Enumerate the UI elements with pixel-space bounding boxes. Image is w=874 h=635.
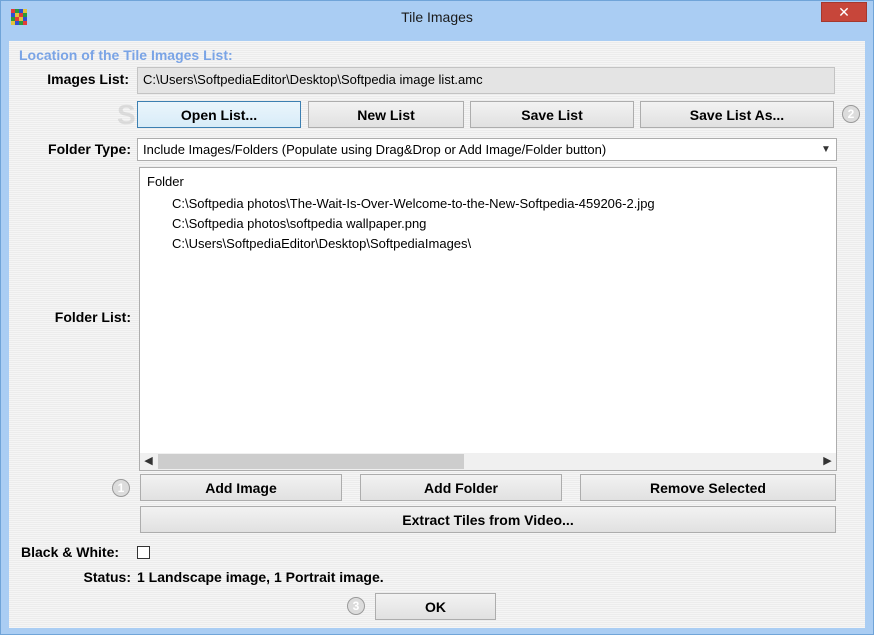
folder-list-label: Folder List: xyxy=(54,309,131,325)
tile-images-window: Tile Images ✕ SOFTPEDIA Location of the … xyxy=(0,0,874,635)
list-item[interactable]: C:\Users\SoftpediaEditor\Desktop\Softped… xyxy=(172,236,471,251)
list-item[interactable]: C:\Softpedia photos\softpedia wallpaper.… xyxy=(172,216,426,231)
chevron-down-icon: ▼ xyxy=(821,144,831,155)
extract-tiles-button[interactable]: Extract Tiles from Video... xyxy=(140,506,836,533)
black-white-label: Black & White: xyxy=(21,544,120,560)
step-1-icon: 1 xyxy=(112,479,130,497)
folder-type-selected-value: Include Images/Folders (Populate using D… xyxy=(143,142,607,157)
step-2-icon: 2 xyxy=(842,105,860,123)
close-icon: ✕ xyxy=(838,4,850,20)
folder-listview[interactable]: Folder C:\Softpedia photos\The-Wait-Is-O… xyxy=(139,167,837,471)
new-list-button[interactable]: New List xyxy=(308,101,464,128)
save-list-as-button[interactable]: Save List As... xyxy=(640,101,834,128)
images-list-label: Images List: xyxy=(47,71,129,87)
scroll-left-icon[interactable]: ◀ xyxy=(140,454,157,469)
save-list-button[interactable]: Save List xyxy=(470,101,634,128)
dialog-client-area: SOFTPEDIA Location of the Tile Images Li… xyxy=(9,41,865,628)
title-bar[interactable]: Tile Images ✕ xyxy=(1,1,873,32)
status-text: 1 Landscape image, 1 Portrait image. xyxy=(137,569,384,585)
folder-type-label: Folder Type: xyxy=(48,141,131,157)
step-3-icon: 3 xyxy=(347,597,365,615)
scrollbar-thumb[interactable] xyxy=(158,454,464,469)
close-button[interactable]: ✕ xyxy=(821,2,867,22)
folder-column-header[interactable]: Folder xyxy=(147,174,184,189)
black-white-checkbox[interactable] xyxy=(137,546,150,559)
folder-type-select[interactable]: Include Images/Folders (Populate using D… xyxy=(137,138,837,161)
add-image-button[interactable]: Add Image xyxy=(140,474,342,501)
window-title: Tile Images xyxy=(401,9,473,25)
open-list-button[interactable]: Open List... xyxy=(137,101,301,128)
status-label: Status: xyxy=(83,569,131,585)
add-folder-button[interactable]: Add Folder xyxy=(360,474,562,501)
scroll-right-icon[interactable]: ▶ xyxy=(819,454,836,469)
remove-selected-button[interactable]: Remove Selected xyxy=(580,474,836,501)
list-item[interactable]: C:\Softpedia photos\The-Wait-Is-Over-Wel… xyxy=(172,196,655,211)
horizontal-scrollbar[interactable]: ◀ ▶ xyxy=(140,453,836,470)
location-group-title: Location of the Tile Images List: xyxy=(19,47,233,63)
images-list-path-field[interactable]: C:\Users\SoftpediaEditor\Desktop\Softped… xyxy=(137,67,835,94)
ok-button[interactable]: OK xyxy=(375,593,496,620)
